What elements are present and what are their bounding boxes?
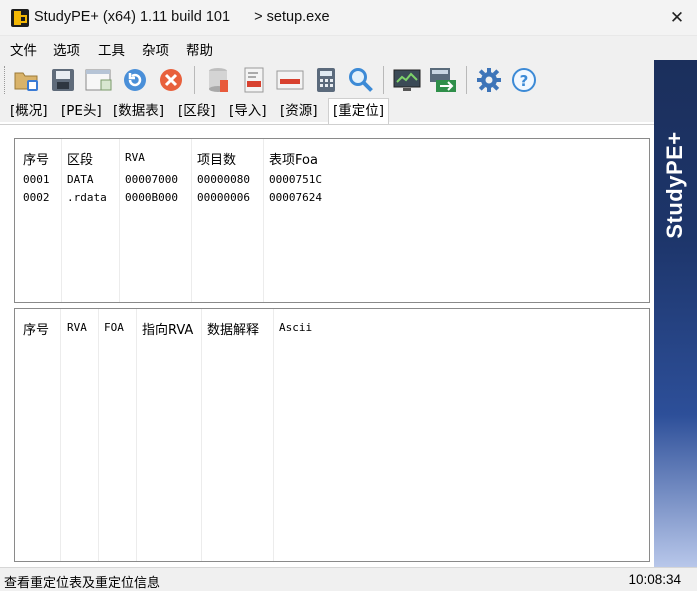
column-header-index[interactable]: 序号 [23, 319, 49, 338]
content-area: 序号 区段 RVA 项目数 表项Foa 0001 DATA 00007000 0… [0, 124, 654, 567]
column-header-item-count[interactable]: 项目数 [197, 149, 236, 168]
tab-sections[interactable]: [区段] [178, 100, 216, 122]
cell-section: DATA [67, 173, 94, 186]
side-banner: StudyPE+ [654, 60, 697, 567]
toolbar-separator [466, 66, 467, 94]
column-header-target-rva[interactable]: 指向RVA [142, 319, 193, 338]
toolbar-separator [383, 66, 384, 94]
reloc-table[interactable]: 序号 区段 RVA 项目数 表项Foa 0001 DATA 00007000 0… [14, 138, 650, 303]
open-file-icon[interactable] [12, 65, 42, 95]
column-divider [191, 139, 192, 302]
menu-options[interactable]: 选项 [53, 39, 80, 59]
window-title: StudyPE+ (x64) 1.11 build 101 > setup.ex… [34, 9, 330, 25]
toolbar-grip[interactable] [4, 66, 7, 94]
cell-entry-foa: 0000751C [269, 173, 322, 186]
menu-file[interactable]: 文件 [10, 39, 37, 59]
status-bar: 查看重定位表及重定位信息 10:08:34 [0, 567, 697, 591]
close-button[interactable]: ✕ [665, 6, 689, 30]
app-logo-icon [11, 9, 29, 27]
column-header-foa[interactable]: FOA [104, 321, 124, 334]
save-icon[interactable] [48, 65, 78, 95]
tab-strip: [概况] [PE头] [数据表] [区段] [导入] [资源] [重定位] [0, 98, 654, 124]
cell-item-count: 00000006 [197, 191, 250, 204]
column-header-ascii[interactable]: Ascii [279, 321, 312, 334]
cell-rva: 0000B000 [125, 191, 178, 204]
menu-bar: 文件 选项 工具 杂项 帮助 [0, 36, 697, 60]
column-divider [136, 309, 137, 561]
menu-misc[interactable]: 杂项 [142, 39, 169, 59]
monitor-icon[interactable] [392, 65, 422, 95]
help-icon[interactable]: ? [509, 65, 539, 95]
hex-icon[interactable] [275, 65, 305, 95]
status-message: 查看重定位表及重定位信息 [4, 576, 161, 591]
tab-imports[interactable]: [导入] [229, 100, 267, 122]
cell-item-count: 00000080 [197, 173, 250, 186]
tab-data-directory[interactable]: [数据表] [113, 100, 164, 122]
status-clock: 10:08:34 [628, 572, 681, 587]
tab-resources[interactable]: [资源] [280, 100, 318, 122]
cell-rva: 00007000 [125, 173, 178, 186]
column-header-data-interpretation[interactable]: 数据解释 [207, 319, 259, 338]
column-divider [273, 309, 274, 561]
svg-text:?: ? [520, 72, 529, 90]
column-divider [60, 309, 61, 561]
refresh-icon[interactable] [120, 65, 150, 95]
column-divider [119, 139, 120, 302]
cell-index: 0001 [23, 173, 50, 186]
window-icon[interactable] [84, 65, 114, 95]
column-divider [98, 309, 99, 561]
toolbar-separator [194, 66, 195, 94]
cancel-icon[interactable] [156, 65, 186, 95]
menu-tools[interactable]: 工具 [98, 39, 125, 59]
tab-overview[interactable]: [概况] [10, 100, 48, 122]
banner-logo-text: StudyPE+ [662, 131, 687, 239]
column-header-index[interactable]: 序号 [23, 149, 49, 168]
column-header-rva[interactable]: RVA [67, 321, 87, 334]
calculator-icon[interactable] [311, 65, 341, 95]
cell-section: .rdata [67, 191, 107, 204]
column-divider [263, 139, 264, 302]
transfer-icon[interactable] [428, 65, 458, 95]
cell-index: 0002 [23, 191, 50, 204]
reloc-detail-table[interactable]: 序号 RVA FOA 指向RVA 数据解释 Ascii [14, 308, 650, 562]
column-header-section[interactable]: 区段 [67, 149, 93, 168]
database-icon[interactable] [203, 65, 233, 95]
column-divider [201, 309, 202, 561]
column-header-entry-foa[interactable]: 表项Foa [269, 149, 318, 168]
cell-entry-foa: 00007624 [269, 191, 322, 204]
tab-pe-header[interactable]: [PE头] [61, 100, 102, 122]
asm-icon[interactable] [239, 65, 269, 95]
menu-help[interactable]: 帮助 [186, 39, 213, 59]
search-icon[interactable] [346, 65, 376, 95]
column-header-rva[interactable]: RVA [125, 151, 145, 164]
settings-icon[interactable] [474, 65, 504, 95]
title-bar: StudyPE+ (x64) 1.11 build 101 > setup.ex… [0, 0, 697, 36]
tab-relocations[interactable]: [重定位] [328, 98, 390, 124]
column-divider [61, 139, 62, 302]
